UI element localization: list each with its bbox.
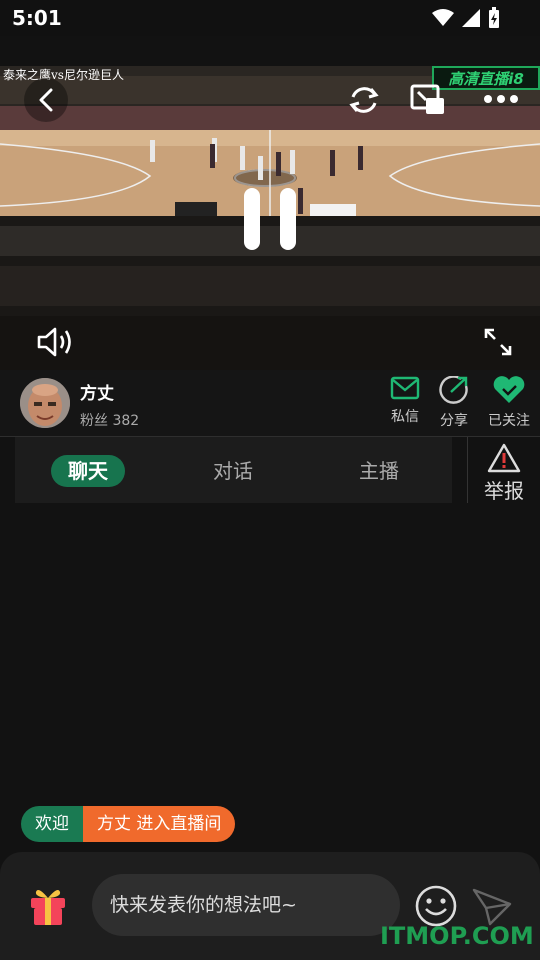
tab-chat[interactable]: 聊天 — [51, 455, 125, 487]
host-info-bar: 方丈 粉丝 382 私信 分享 已关注 — [0, 370, 540, 436]
status-bar: 5:01 — [0, 0, 540, 36]
rotate-icon — [349, 87, 379, 113]
share-label: 分享 — [440, 413, 468, 429]
host-avatar[interactable] — [20, 378, 70, 428]
tab-bar: 聊天 对话 主播 — [15, 437, 452, 503]
back-button[interactable] — [24, 78, 68, 122]
signal-icon — [462, 9, 480, 27]
wifi-icon — [432, 9, 454, 26]
status-time: 5:01 — [12, 6, 62, 30]
share-icon — [439, 375, 468, 404]
share-button[interactable]: 分享 — [424, 375, 484, 430]
pause-icon — [244, 188, 296, 250]
host-name[interactable]: 方丈 — [80, 379, 114, 404]
pause-button[interactable] — [244, 188, 296, 250]
more-dots-icon — [484, 95, 518, 103]
welcome-text: 方丈 进入直播间 — [83, 806, 236, 842]
follow-button[interactable]: 已关注 — [479, 376, 539, 430]
video-title: 泰来之鹰vs尼尔逊巨人 — [3, 68, 124, 82]
tab-dialogue[interactable]: 对话 — [195, 455, 271, 487]
fullscreen-button[interactable] — [480, 324, 516, 360]
chat-input[interactable] — [92, 874, 400, 936]
gift-icon — [31, 890, 65, 925]
mail-icon — [390, 376, 420, 400]
more-button[interactable] — [480, 84, 522, 114]
heart-check-icon — [493, 376, 525, 403]
avatar-image — [20, 378, 70, 428]
volume-button[interactable] — [34, 322, 76, 362]
report-label: 举报 — [484, 479, 524, 503]
picture-in-picture-icon — [410, 84, 444, 114]
battery-icon — [489, 7, 499, 28]
video-player[interactable]: 泰来之鹰vs尼尔逊巨人 高清直播i8 — [0, 66, 540, 370]
welcome-prefix: 欢迎 — [21, 806, 83, 842]
chevron-left-icon — [39, 88, 53, 112]
follow-label: 已关注 — [488, 413, 530, 429]
rotate-button[interactable] — [344, 80, 384, 120]
tab-host[interactable]: 主播 — [341, 455, 417, 487]
report-button[interactable]: 举报 — [467, 437, 540, 503]
warning-icon — [487, 443, 521, 473]
speaker-icon — [37, 327, 71, 357]
gift-button[interactable] — [28, 884, 68, 926]
pip-button[interactable] — [408, 80, 448, 120]
welcome-message: 欢迎 方丈 进入直播间 — [21, 806, 236, 842]
watermark: ITMOP.COM — [380, 922, 534, 950]
fullscreen-icon — [484, 328, 512, 356]
fans-count: 粉丝 382 — [80, 413, 140, 429]
